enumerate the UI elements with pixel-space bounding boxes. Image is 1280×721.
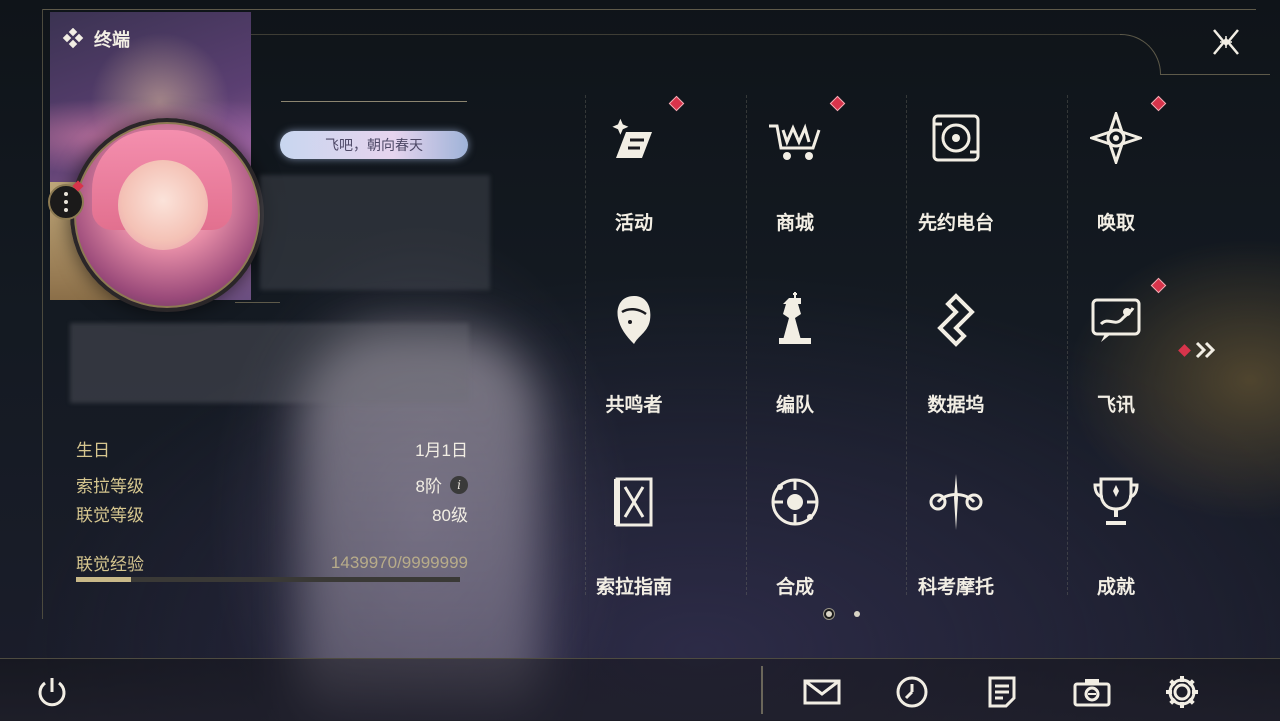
avatar-face [118, 160, 208, 250]
terminal-header: 终端 [62, 26, 130, 52]
menu-item-radio[interactable]: 先约电台 [876, 108, 1036, 268]
menu-item-motorcycle[interactable]: 科考摩托 [876, 472, 1036, 632]
stat-value: 8阶 [415, 477, 442, 496]
menu-item-label: 飞讯 [1096, 395, 1135, 416]
divider [281, 101, 467, 102]
chess-team-icon [765, 290, 825, 350]
stat-label: 索拉等级 [76, 477, 144, 496]
page-dot-2[interactable] [854, 611, 860, 617]
data-dock-icon [926, 290, 986, 350]
menu-item-team[interactable]: 编队 [715, 290, 875, 450]
shop-cart-icon [765, 108, 825, 168]
stat-value: 80级 [432, 506, 468, 525]
exp-progress-bar [76, 577, 460, 582]
notification-badge [1150, 277, 1167, 294]
exp-progress-fill [76, 577, 132, 582]
resonator-icon [604, 290, 664, 350]
stat-value: 1439970/9999999 [330, 552, 468, 572]
stat-union-level: 联觉等级 80级 [76, 501, 468, 526]
camera-button[interactable] [1072, 672, 1112, 712]
frame-line [250, 34, 1120, 35]
page-dot-1[interactable] [826, 611, 832, 617]
menu-item-shop[interactable]: 商城 [715, 95, 875, 268]
page-indicator [826, 611, 860, 617]
settings-icon [1164, 674, 1200, 710]
player-name-blurred [260, 175, 490, 290]
menu-item-label: 共鸣者 [605, 395, 663, 416]
menu-item-label: 科考摩托 [917, 577, 994, 598]
stat-value-wrap: 8阶 i [416, 472, 468, 497]
mail-button[interactable] [802, 672, 842, 712]
mail-icon [803, 678, 841, 706]
close-button[interactable] [1206, 22, 1246, 62]
frame-line [42, 9, 43, 619]
menu-item-label: 商城 [775, 213, 814, 234]
notes-button[interactable] [982, 672, 1022, 712]
menu-item-label: 编队 [775, 395, 814, 416]
double-chevron-right-icon [1195, 341, 1217, 359]
menu-item-messages[interactable]: 飞讯 [1036, 277, 1196, 450]
notification-badge [1178, 343, 1191, 357]
menu-item-convene[interactable]: 唤取 [1036, 95, 1196, 268]
stat-birthday: 生日 1月1日 [76, 436, 468, 461]
message-icon [1086, 290, 1146, 350]
menu-item-label: 索拉指南 [595, 577, 672, 598]
stat-label: 联觉等级 [76, 506, 144, 525]
settings-button[interactable] [1162, 672, 1202, 712]
menu-item-label: 合成 [775, 577, 814, 598]
power-button[interactable] [32, 672, 72, 712]
power-icon [35, 675, 69, 709]
menu-item-guide[interactable]: 索拉指南 [554, 472, 714, 632]
compass-star-icon [1086, 108, 1146, 168]
signature-banner[interactable]: 飞吧，朝向春天 [280, 131, 468, 159]
trophy-icon [1086, 472, 1146, 532]
player-id-blurred [70, 323, 469, 403]
menu-item-synthesis[interactable]: 合成 [715, 472, 875, 632]
menu-item-label: 先约电台 [917, 213, 994, 234]
synthesis-icon [765, 472, 825, 532]
radio-icon [926, 108, 986, 168]
notification-badge [1150, 95, 1167, 112]
motorcycle-icon [926, 472, 986, 532]
diamond-grid-icon [62, 28, 84, 50]
close-icon [1206, 22, 1246, 62]
stat-sola-level: 索拉等级 8阶 i [76, 472, 468, 497]
menu-item-label: 数据坞 [927, 395, 985, 416]
menu-item-label: 唤取 [1096, 213, 1135, 234]
stat-label: 联觉经验 [76, 555, 144, 574]
event-icon [604, 108, 664, 168]
guide-icon [604, 472, 664, 532]
clock-icon [895, 675, 929, 709]
frame-corner [1120, 34, 1161, 75]
menu-item-resonators[interactable]: 共鸣者 [554, 290, 714, 450]
menu-item-data-dock[interactable]: 数据坞 [876, 290, 1036, 450]
notes-icon [987, 675, 1017, 709]
divider [761, 666, 763, 714]
menu-item-label: 活动 [614, 213, 653, 234]
clock-button[interactable] [892, 672, 932, 712]
camera-icon [1073, 677, 1111, 707]
more-vertical-icon [64, 190, 68, 214]
divider [235, 302, 280, 303]
stat-value: 1月1日 [415, 441, 468, 460]
stat-union-exp: 联觉经验 1439970/9999999 [76, 550, 468, 575]
info-icon[interactable]: i [450, 475, 468, 494]
frame-line [42, 9, 1256, 10]
next-page-button[interactable] [1178, 338, 1222, 362]
page-title: 终端 [94, 30, 130, 50]
menu-item-achievements[interactable]: 成就 [1036, 472, 1196, 632]
notification-badge [829, 95, 846, 112]
stat-label: 生日 [76, 441, 110, 460]
menu-item-events[interactable]: 活动 [554, 95, 714, 268]
menu-item-label: 成就 [1096, 577, 1135, 598]
frame-line [1160, 74, 1270, 75]
